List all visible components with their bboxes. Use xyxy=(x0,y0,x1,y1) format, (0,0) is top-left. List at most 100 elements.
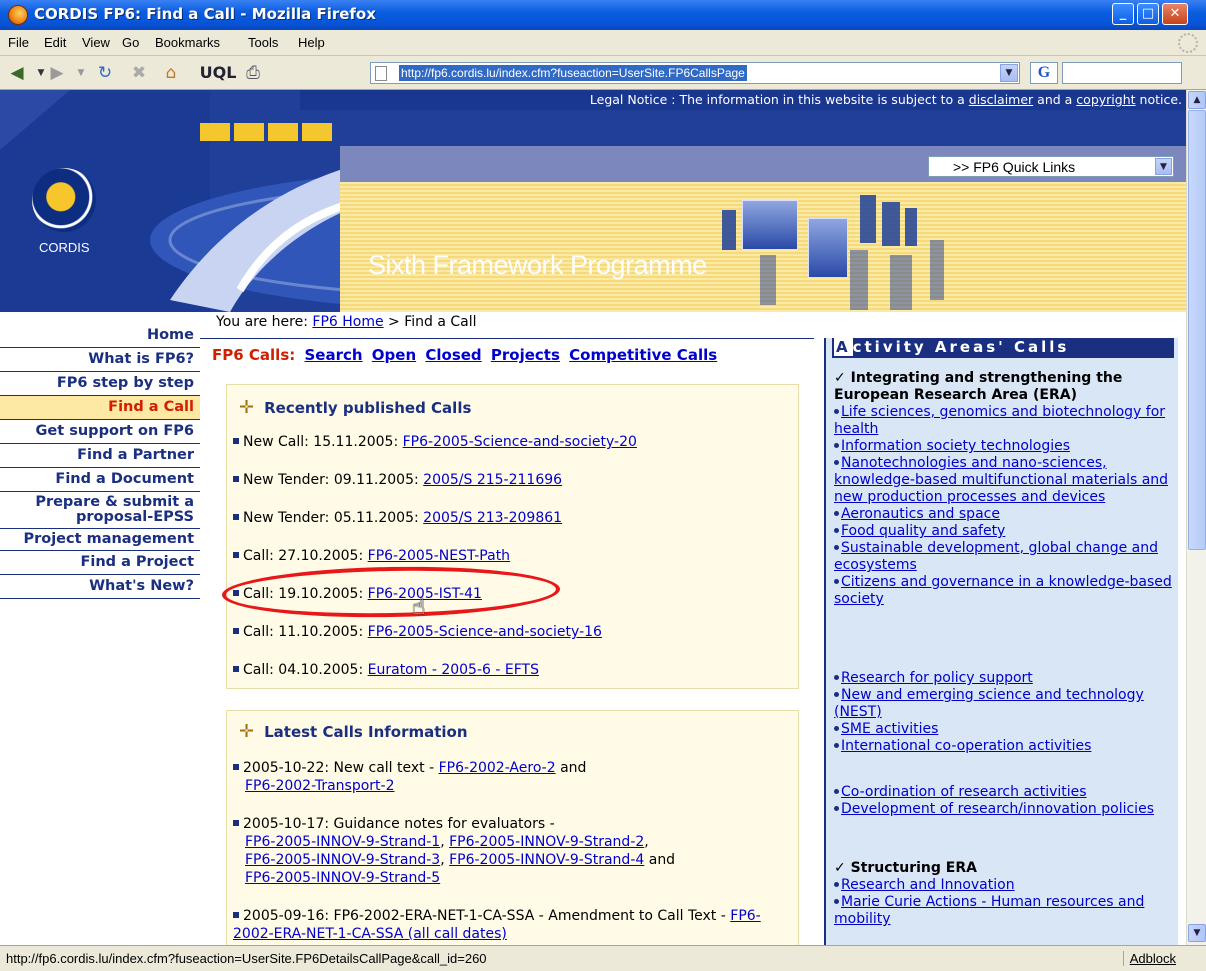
adblock-button[interactable]: Adblock xyxy=(1122,951,1176,966)
activity-link[interactable]: International co-operation activities xyxy=(834,738,1174,755)
latest-item-link[interactable]: FP6-2002-Aero-2 xyxy=(439,760,556,776)
people-photo xyxy=(808,218,848,278)
recent-call-item: New Call: 15.11.2005: FP6-2005-Science-a… xyxy=(233,433,793,451)
nav-item[interactable]: Home xyxy=(0,324,200,348)
activity-link[interactable]: Sustainable development, global change a… xyxy=(834,540,1174,574)
url-text[interactable]: http://fp6.cordis.lu/index.cfm?fuseactio… xyxy=(399,65,747,81)
uql-button[interactable]: UQL xyxy=(196,62,240,84)
activity-link-label: Marie Curie Actions - Human resources an… xyxy=(834,894,1145,927)
search-engine-button[interactable]: G xyxy=(1030,62,1058,84)
activity-link[interactable]: Life sciences, genomics and biotechnolog… xyxy=(834,404,1174,438)
person-silhouette xyxy=(930,240,944,300)
calls-projects-link[interactable]: Projects xyxy=(491,346,560,364)
forward-icon[interactable]: ▶ xyxy=(46,62,68,84)
header-square xyxy=(268,123,298,141)
recent-calls-heading: ✛ Recently published Calls xyxy=(239,397,471,418)
nav-item[interactable]: Project management xyxy=(0,529,200,551)
activity-link[interactable]: Citizens and governance in a knowledge-b… xyxy=(834,574,1174,608)
menu-view[interactable]: View xyxy=(82,35,110,50)
throbber-icon xyxy=(1178,33,1198,53)
maximize-button[interactable]: □ xyxy=(1137,3,1159,25)
recent-call-link[interactable]: Euratom - 2005-6 - EFTS xyxy=(368,662,539,678)
menu-tools[interactable]: Tools xyxy=(248,35,278,50)
bullet-icon xyxy=(233,476,239,482)
url-dropdown-icon[interactable]: ▼ xyxy=(1000,64,1018,82)
activity-link[interactable]: SME activities xyxy=(834,721,1174,738)
latest-item-link[interactable]: FP6-2005-INNOV-9-Strand-2 xyxy=(449,834,644,850)
scroll-down-icon[interactable]: ▼ xyxy=(1188,924,1206,942)
menu-bookmarks[interactable]: Bookmarks xyxy=(155,35,220,50)
recent-call-link[interactable]: FP6-2005-Science-and-society-20 xyxy=(403,434,637,450)
activity-link[interactable]: Development of research/innovation polic… xyxy=(834,801,1174,818)
scrollbar-thumb[interactable] xyxy=(1188,110,1206,550)
menu-bar: File Edit View Go Bookmarks Tools Help xyxy=(0,30,1206,56)
nav-item[interactable]: FP6 step by step xyxy=(0,372,200,396)
print-icon[interactable]: ⎙ xyxy=(242,62,264,84)
search-input[interactable] xyxy=(1062,62,1182,84)
calls-competitive-link[interactable]: Competitive Calls xyxy=(569,346,717,364)
activity-link-label: Research and Innovation xyxy=(841,877,1015,893)
quick-links-select[interactable]: >> FP6 Quick Links ▼ xyxy=(928,156,1174,177)
menu-go[interactable]: Go xyxy=(122,35,139,50)
close-button[interactable]: ✕ xyxy=(1162,3,1188,25)
cordis-logo[interactable] xyxy=(32,168,96,232)
recent-call-item: New Tender: 09.11.2005: 2005/S 215-21169… xyxy=(233,471,793,489)
scroll-up-icon[interactable]: ▲ xyxy=(1188,91,1206,109)
url-bar[interactable]: http://fp6.cordis.lu/index.cfm?fuseactio… xyxy=(370,62,1020,84)
window-titlebar[interactable]: CORDIS FP6: Find a Call - Mozilla Firefo… xyxy=(0,0,1206,30)
nav-item[interactable]: Get support on FP6 xyxy=(0,420,200,444)
activity-link[interactable]: Nanotechnologies and nano-sciences, know… xyxy=(834,455,1174,506)
breadcrumb-home-link[interactable]: FP6 Home xyxy=(312,314,383,330)
minimize-button[interactable]: _ xyxy=(1112,3,1134,25)
legal-prefix: Legal Notice : The information in this w… xyxy=(589,92,965,107)
recent-call-link[interactable]: 2005/S 213-209861 xyxy=(423,510,562,526)
back-icon[interactable]: ◀ xyxy=(6,62,28,84)
menu-help[interactable]: Help xyxy=(298,35,325,50)
menu-file[interactable]: File xyxy=(8,35,29,50)
menu-edit[interactable]: Edit xyxy=(44,35,66,50)
nav-item[interactable]: What's New? xyxy=(0,575,200,599)
activity-link[interactable]: Research and Innovation xyxy=(834,877,1174,894)
activity-link[interactable]: Information society technologies xyxy=(834,438,1174,455)
hand-cursor-icon: ☝ xyxy=(412,595,426,620)
activity-link[interactable]: Food quality and safety xyxy=(834,523,1174,540)
recent-call-link[interactable]: FP6-2005-NEST-Path xyxy=(368,548,510,564)
chevron-down-icon[interactable]: ▼ xyxy=(1155,158,1172,175)
recent-call-link[interactable]: 2005/S 215-211696 xyxy=(423,472,562,488)
nav-item[interactable]: Prepare & submit a proposal-EPSS xyxy=(0,492,200,529)
activity-link[interactable]: Co-ordination of research activities xyxy=(834,784,1174,801)
nav-item[interactable]: What is FP6? xyxy=(0,348,200,372)
people-photo xyxy=(742,200,798,250)
reload-icon[interactable]: ↻ xyxy=(94,62,116,84)
disclaimer-link[interactable]: disclaimer xyxy=(969,92,1033,107)
status-bar: http://fp6.cordis.lu/index.cfm?fuseactio… xyxy=(0,945,1206,971)
stop-icon[interactable]: ✖ xyxy=(128,62,150,84)
cross-icon: ✛ xyxy=(239,397,255,418)
latest-item-link[interactable]: FP6-2005-INNOV-9-Strand-3 xyxy=(245,852,440,868)
recent-calls-title: Recently published Calls xyxy=(264,399,472,417)
nav-item[interactable]: Find a Document xyxy=(0,468,200,492)
activity-link[interactable]: Aeronautics and space xyxy=(834,506,1174,523)
activity-link[interactable]: New and emerging science and technology … xyxy=(834,687,1174,721)
forward-dropdown-icon[interactable]: ▼ xyxy=(70,62,92,84)
latest-item-link[interactable]: FP6-2005-INNOV-9-Strand-1 xyxy=(245,834,440,850)
latest-calls-heading: ✛ Latest Calls Information xyxy=(239,721,468,742)
vertical-scrollbar[interactable]: ▲ ▼ xyxy=(1186,90,1206,945)
nav-item[interactable]: Find a Project xyxy=(0,551,200,575)
activity-link[interactable]: Marie Curie Actions - Human resources an… xyxy=(834,894,1174,928)
calls-closed-link[interactable]: Closed xyxy=(425,346,481,364)
recent-call-link[interactable]: FP6-2005-Science-and-society-16 xyxy=(368,624,602,640)
latest-item-link[interactable]: FP6-2005-INNOV-9-Strand-4 xyxy=(449,852,644,868)
page-viewport: Legal Notice : The information in this w… xyxy=(0,90,1186,945)
latest-item-link[interactable]: FP6-2002-Transport-2 xyxy=(245,778,395,794)
calls-search-link[interactable]: Search xyxy=(304,346,362,364)
person-silhouette xyxy=(760,255,776,305)
nav-item[interactable]: Find a Call xyxy=(0,396,200,420)
nav-item[interactable]: Find a Partner xyxy=(0,444,200,468)
home-icon[interactable]: ⌂ xyxy=(160,62,182,84)
calls-open-link[interactable]: Open xyxy=(372,346,416,364)
activity-link[interactable]: Research for policy support xyxy=(834,670,1174,687)
copyright-link[interactable]: copyright xyxy=(1076,92,1135,107)
latest-item-link[interactable]: FP6-2005-INNOV-9-Strand-5 xyxy=(245,870,440,886)
recent-call-prefix: New Tender: 09.11.2005: xyxy=(243,472,419,488)
